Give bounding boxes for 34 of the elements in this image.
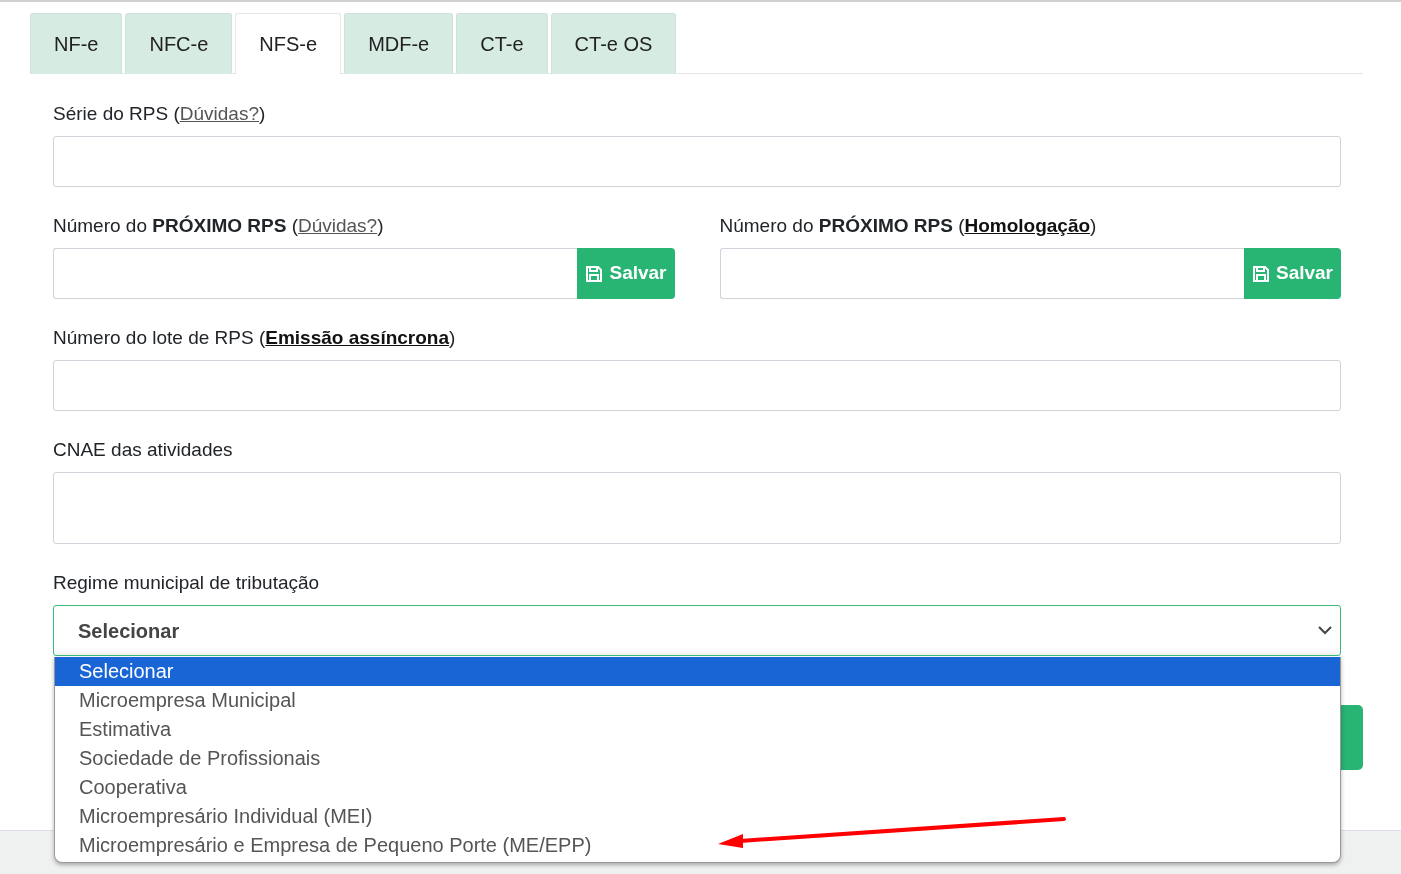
dropdown-option[interactable]: Microempresário Individual (MEI) [55,802,1340,831]
label-paren: ) [258,102,266,126]
text-input[interactable] [53,360,1341,411]
dropdown-option[interactable]: Selecionar [55,657,1340,686]
field-label: Número do PRÓXIMO RPS ( [719,214,965,238]
tab[interactable]: NF-e [30,13,123,74]
label-paren: ) [449,326,456,350]
tab[interactable]: NFC-e [125,13,233,74]
field-label: Número do PRÓXIMO RPS ( [53,214,298,238]
help-link[interactable]: Homologação [964,214,1091,238]
field-label: CNAE das atividades [53,438,233,462]
textarea-input[interactable] [53,472,1341,544]
field-label: Série do RPS ( [53,102,180,126]
field-label: Número do lote de RPS ( [53,326,266,350]
dropdown-option[interactable]: Cooperativa [55,773,1340,802]
chevron-down-icon [1318,626,1332,635]
text-input[interactable] [719,248,1244,299]
dropdown-option[interactable]: Estimativa [55,715,1340,744]
field-label: Regime municipal de tributação [53,571,320,595]
dropdown-option[interactable]: Sociedade de Profissionais [55,744,1340,773]
dropdown-option[interactable]: Microempresa Municipal [55,686,1340,715]
help-link[interactable]: Dúvidas? [297,214,378,238]
text-input[interactable] [53,136,1341,187]
dropdown-option[interactable]: Microempresário e Empresa de Pequeno Porte (ME/EPP) [55,831,1340,860]
label-paren: ) [377,214,384,238]
tab[interactable]: MDF-e [344,13,454,74]
tab[interactable]: NFS-e [235,13,342,74]
label-paren: ) [1090,214,1097,238]
select-field[interactable]: Selecionar [53,605,1341,656]
text-input[interactable] [53,248,578,299]
tab[interactable]: CT-e OS [550,13,677,74]
help-link[interactable]: Dúvidas? [179,102,259,126]
help-link[interactable]: Emissão assíncrona [265,326,450,350]
tab[interactable]: CT-e [456,13,548,74]
